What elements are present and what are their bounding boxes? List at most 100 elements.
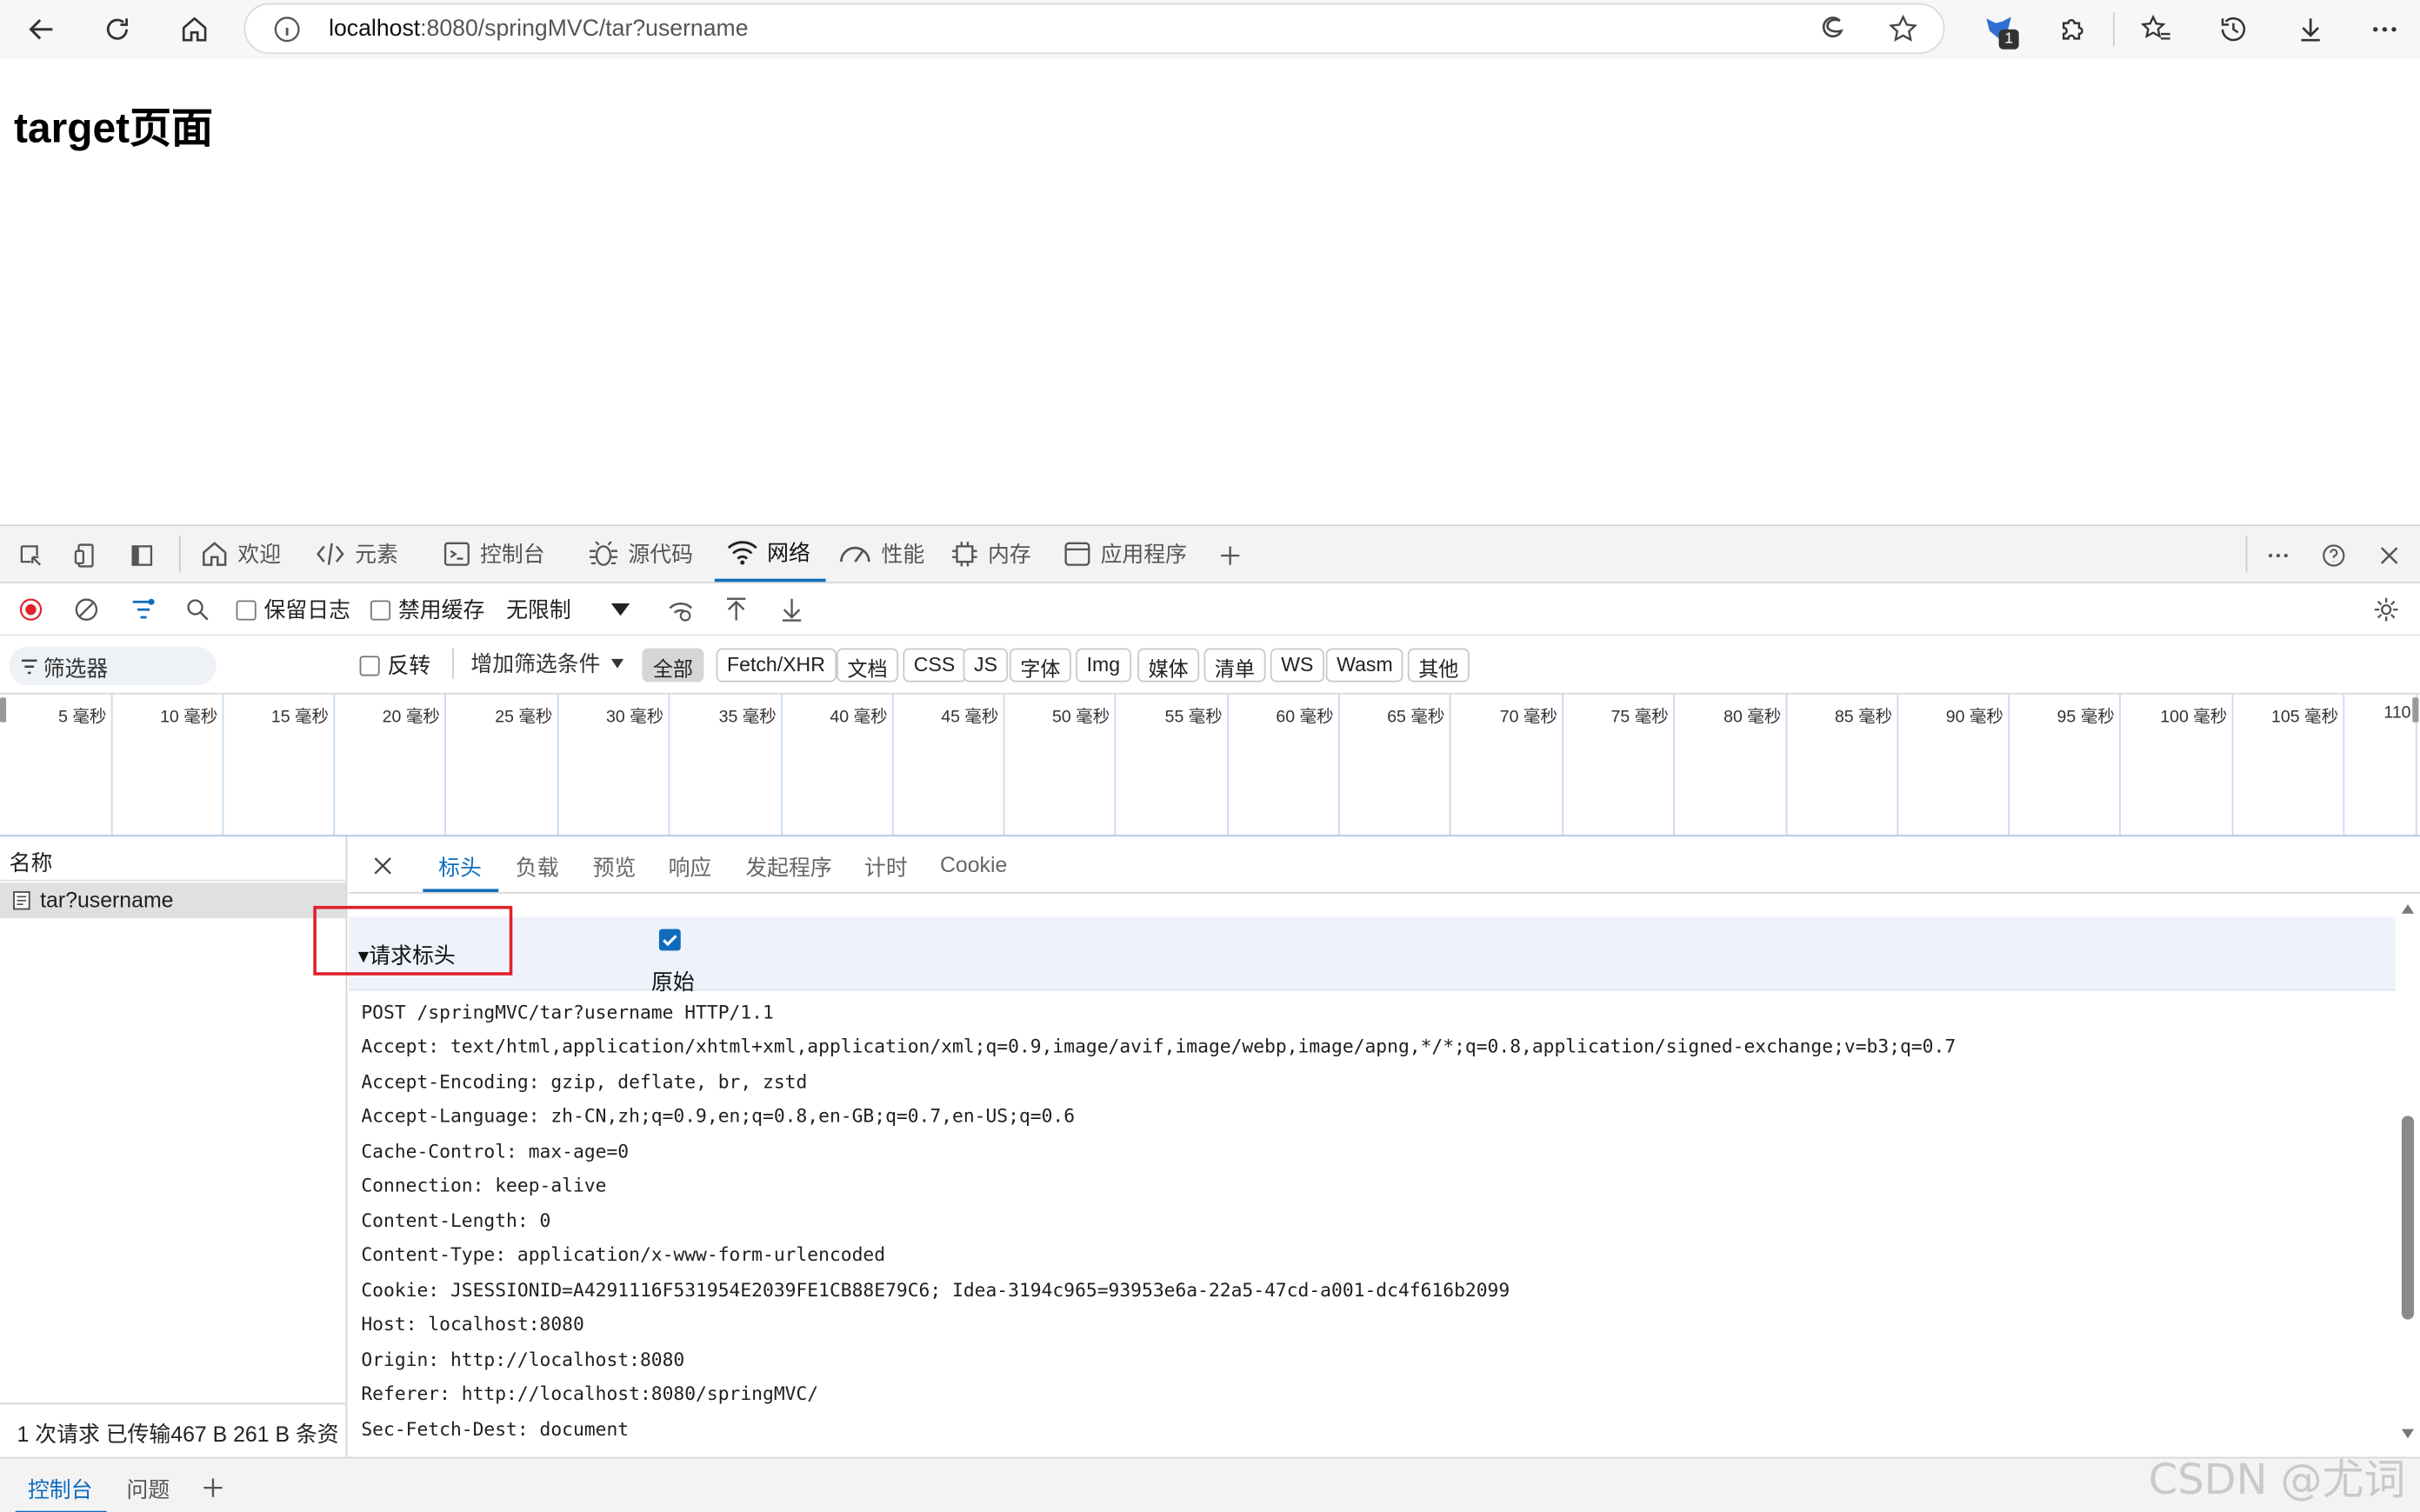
record-icon[interactable] <box>18 597 43 622</box>
history-button[interactable] <box>2213 10 2253 50</box>
detail-tab-response[interactable]: 响应 <box>669 852 712 883</box>
edge-app-icon[interactable] <box>1817 14 1848 45</box>
tab-sources[interactable]: 源代码 <box>588 526 693 582</box>
close-devtools-icon[interactable] <box>2377 543 2402 568</box>
chip-manifest[interactable]: 清单 <box>1203 648 1266 683</box>
chip-ws[interactable]: WS <box>1270 648 1324 683</box>
favorites-button[interactable] <box>2137 10 2177 50</box>
header-line: POST /springMVC/tar?username HTTP/1.1 <box>361 1001 774 1023</box>
tab-application[interactable]: 应用程序 <box>1063 526 1187 582</box>
checkbox-box[interactable] <box>359 655 380 676</box>
detail-tab-timing[interactable]: 计时 <box>864 852 908 883</box>
extension-badge-button[interactable]: 1 <box>1979 10 2019 50</box>
chip-wasm[interactable]: Wasm <box>1325 648 1404 683</box>
throttling-select[interactable]: 无限制 <box>506 594 631 625</box>
scroll-up-icon[interactable] <box>2400 903 2416 915</box>
header-line: Cookie: JSESSIONID=A4291116F531954E2039F… <box>361 1279 1510 1302</box>
refresh-button[interactable] <box>96 8 139 51</box>
extensions-button[interactable] <box>2053 10 2093 50</box>
chip-js[interactable]: JS <box>963 648 1009 683</box>
detail-tab-payload[interactable]: 负载 <box>516 852 559 883</box>
chip-other[interactable]: 其他 <box>1407 648 1470 683</box>
timeline-tick: 90 毫秒 <box>1898 694 2010 836</box>
chip-fetch-xhr[interactable]: Fetch/XHR <box>716 648 837 683</box>
detail-tab-headers[interactable]: 标头 <box>438 852 482 883</box>
detail-tab-preview[interactable]: 预览 <box>593 852 637 883</box>
filter-input[interactable]: 筛选器 <box>9 646 217 686</box>
column-header-name[interactable]: 名称 <box>0 836 346 882</box>
star-icon[interactable] <box>1888 14 1919 45</box>
timeline-tick: 100 毫秒 <box>2121 694 2234 836</box>
add-tab-icon[interactable] <box>1217 543 1242 568</box>
home-button[interactable] <box>173 8 217 51</box>
active-tab-indicator <box>423 889 499 892</box>
detail-scrollbar[interactable] <box>2396 900 2420 1455</box>
info-icon[interactable] <box>273 16 301 43</box>
disable-cache-checkbox[interactable]: 禁用缓存 <box>370 594 484 625</box>
refresh-icon <box>106 18 128 40</box>
back-button[interactable] <box>20 8 63 51</box>
timeline-handle-right[interactable] <box>2412 697 2419 723</box>
address-bar[interactable]: localhost:8080/springMVC/tar?username <box>243 3 1945 55</box>
help-icon[interactable] <box>2322 543 2346 568</box>
timeline-tick: 85 毫秒 <box>1787 694 1899 836</box>
chip-document[interactable]: 文档 <box>837 648 899 683</box>
more-horizontal-icon <box>2373 27 2397 32</box>
chevron-down-icon <box>610 658 624 669</box>
tab-label: 性能 <box>881 542 925 567</box>
drawer-tab-issues[interactable]: 问题 <box>127 1474 170 1505</box>
filter-bar: 筛选器 反转 增加筛选条件 全部 Fetch/XHR 文档 CSS JS 字体 … <box>0 636 2420 695</box>
chip-media[interactable]: 媒体 <box>1137 648 1200 683</box>
device-emulation-icon[interactable] <box>74 543 98 568</box>
request-headers-section-header[interactable]: ▾请求标头 原始 <box>349 916 2396 994</box>
tab-elements[interactable]: 元素 <box>315 526 398 582</box>
search-icon[interactable] <box>185 597 210 622</box>
tab-divider <box>178 535 181 573</box>
tab-memory[interactable]: 内存 <box>950 526 1031 582</box>
chip-font[interactable]: 字体 <box>1009 648 1071 683</box>
highlight-annotation-box <box>313 905 513 976</box>
dock-side-icon[interactable] <box>130 543 154 568</box>
timeline-overview[interactable]: 5 毫秒 10 毫秒 15 毫秒 20 毫秒 25 毫秒 30 毫秒 35 毫秒… <box>0 694 2420 837</box>
preserve-log-checkbox[interactable]: 保留日志 <box>236 594 350 625</box>
request-row[interactable]: tar?username <box>0 883 346 919</box>
chip-all[interactable]: 全部 <box>642 648 704 683</box>
settings-gear-icon[interactable] <box>2372 596 2400 623</box>
inspect-icon[interactable] <box>18 543 43 568</box>
more-menu-button[interactable] <box>2364 10 2404 50</box>
timeline-tick: 70 毫秒 <box>1451 694 1564 836</box>
tab-console[interactable]: 控制台 <box>443 526 545 582</box>
clear-icon[interactable] <box>74 597 98 622</box>
header-line: Content-Type: application/x-www-form-url… <box>361 1243 886 1266</box>
invert-checkbox[interactable]: 反转 <box>359 649 430 681</box>
downloads-button[interactable] <box>2290 10 2330 50</box>
detail-tab-cookie[interactable]: Cookie <box>940 852 1007 876</box>
filter-toggle-icon[interactable] <box>130 596 157 623</box>
chip-img[interactable]: Img <box>1076 648 1131 683</box>
timeline-tick: 40 毫秒 <box>783 694 894 836</box>
add-drawer-tab-icon[interactable] <box>203 1477 224 1499</box>
checkbox-box[interactable] <box>370 599 391 620</box>
more-tools-icon[interactable] <box>2266 543 2290 568</box>
export-har-icon[interactable] <box>779 596 803 623</box>
chevron-down-icon <box>610 603 630 616</box>
drawer-tab-bar: 控制台 问题 <box>0 1456 2420 1512</box>
more-filters-dropdown[interactable]: 增加筛选条件 <box>470 649 625 680</box>
header-line: Origin: http://localhost:8080 <box>361 1349 685 1371</box>
chip-css[interactable]: CSS <box>903 648 966 683</box>
network-conditions-icon[interactable] <box>667 596 695 623</box>
import-har-icon[interactable] <box>723 596 748 623</box>
scroll-down-icon[interactable] <box>2400 1428 2416 1440</box>
checkbox-box[interactable] <box>236 599 257 620</box>
checkmark-icon <box>663 935 677 947</box>
scrollbar-thumb[interactable] <box>2401 1116 2415 1320</box>
detail-tab-initiator[interactable]: 发起程序 <box>745 852 831 883</box>
close-icon[interactable] <box>372 855 394 876</box>
tab-label: 元素 <box>355 542 398 567</box>
tab-performance[interactable]: 性能 <box>838 526 924 582</box>
tab-network[interactable]: 网络 <box>714 526 826 583</box>
raw-checkbox[interactable] <box>658 929 681 951</box>
drawer-tab-console[interactable]: 控制台 <box>28 1474 93 1505</box>
timeline-tick: 10 毫秒 <box>113 694 224 836</box>
tab-welcome[interactable]: 欢迎 <box>201 526 281 582</box>
